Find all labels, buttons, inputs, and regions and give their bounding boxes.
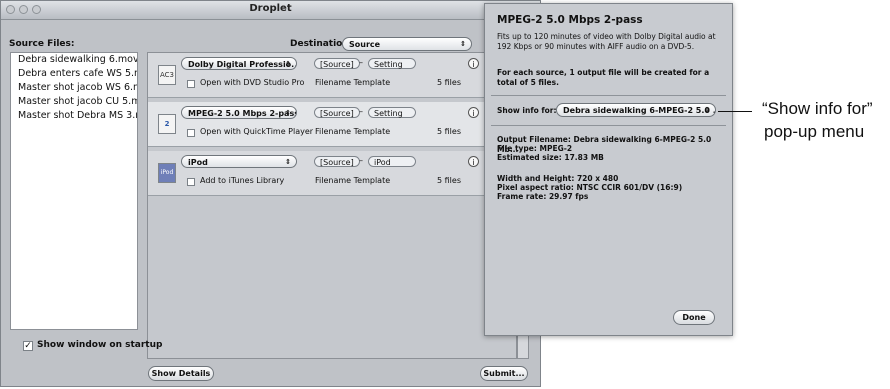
list-item[interactable]: Master shot jacob WS 6.mov <box>11 81 137 95</box>
add-to-itunes-checkbox[interactable] <box>187 178 195 186</box>
source-files-list[interactable]: Debra sidewalking 6.mov Debra enters caf… <box>10 52 138 330</box>
divider <box>491 125 726 126</box>
popup-arrows-icon: ⇕ <box>704 106 710 114</box>
callout-line1: “Show info for” <box>762 99 873 118</box>
token-dash: – <box>359 58 363 67</box>
show-info-for-label: Show info for: <box>497 106 557 115</box>
show-on-startup-checkbox[interactable]: ✓ <box>23 341 33 351</box>
done-button[interactable]: Done <box>673 310 715 325</box>
info-icon[interactable]: i <box>468 58 479 69</box>
destination-popup[interactable]: Source ⇕ <box>342 37 472 51</box>
open-with-label: Open with DVD Studio Pro <box>200 78 305 87</box>
title-bar: Droplet <box>1 1 540 20</box>
open-with-label: Add to iTunes Library <box>200 176 285 185</box>
show-info-for-popup[interactable]: Debra sidewalking 6-MPEG-2 5.0 ... ⇕ <box>556 103 716 117</box>
popup-arrows-icon: ⇕ <box>460 40 466 48</box>
info-panel-title: MPEG-2 5.0 Mbps 2-pass <box>497 14 643 26</box>
setting-token[interactable]: Setting <box>368 58 416 69</box>
list-item[interactable]: Master shot jacob CU 5.mov <box>11 95 137 109</box>
list-item[interactable]: Master shot Debra MS 3.mov <box>11 109 137 123</box>
list-item[interactable]: Debra enters cafe WS 5.mov <box>11 67 137 81</box>
preset-popup[interactable]: Dolby Digital Professio... ⇕ <box>181 57 297 70</box>
source-token[interactable]: [Source] <box>314 58 360 69</box>
info-panel: MPEG-2 5.0 Mbps 2-pass Fits up to 120 mi… <box>484 3 733 336</box>
list-item[interactable]: Debra sidewalking 6.mov <box>11 53 137 67</box>
setting-row[interactable]: 2 MPEG-2 5.0 Mbps 2-pass ⇕ Open with Qui… <box>148 102 508 147</box>
info-description: Fits up to 120 minutes of video with Dol… <box>497 32 716 51</box>
open-with-label: Open with QuickTime Player <box>200 127 314 136</box>
source-token[interactable]: [Source] <box>314 156 360 167</box>
file-count: 5 files <box>437 78 461 87</box>
popup-arrows-icon: ⇕ <box>285 158 291 166</box>
preset-value: iPod <box>188 158 208 167</box>
setting-row[interactable]: AC3 Dolby Digital Professio... ⇕ Open wi… <box>148 53 508 98</box>
info-icon[interactable]: i <box>468 107 479 118</box>
token-dash: – <box>359 107 363 116</box>
settings-area <box>147 52 517 359</box>
dolby-file-icon: AC3 <box>158 65 176 85</box>
popup-arrows-icon: ⇕ <box>285 60 291 68</box>
preset-popup[interactable]: MPEG-2 5.0 Mbps 2-pass ⇕ <box>181 106 297 119</box>
show-on-startup-label: Show window on startup <box>37 340 163 350</box>
droplet-window: Droplet Source Files: Destination: Sourc… <box>0 0 541 387</box>
preset-value: MPEG-2 5.0 Mbps 2-pass <box>188 109 297 118</box>
source-files-label: Source Files: <box>9 39 75 49</box>
show-details-button[interactable]: Show Details <box>148 366 214 381</box>
ipod-file-icon: iPod <box>158 163 176 183</box>
output-note: For each source, 1 output file will be c… <box>497 68 710 87</box>
destination-value: Source <box>349 40 381 49</box>
filename-template-label: Filename Template <box>315 78 391 87</box>
divider <box>491 95 726 96</box>
callout-line <box>718 111 752 112</box>
show-info-for-value: Debra sidewalking 6-MPEG-2 5.0 ... <box>563 106 716 115</box>
popup-arrows-icon: ⇕ <box>285 109 291 117</box>
file-count: 5 files <box>437 176 461 185</box>
open-with-checkbox[interactable] <box>187 129 195 137</box>
filename-template-label: Filename Template <box>315 127 391 136</box>
filename-template-label: Filename Template <box>315 176 391 185</box>
token-dash: – <box>359 156 363 165</box>
estimated-size: Estimated size: 17.83 MB <box>497 153 604 162</box>
info-icon[interactable]: i <box>468 156 479 167</box>
submit-button[interactable]: Submit... <box>480 366 528 381</box>
window-title: Droplet <box>249 3 292 14</box>
preset-value: Dolby Digital Professio... <box>188 60 297 69</box>
source-token[interactable]: [Source] <box>314 107 360 118</box>
open-with-checkbox[interactable] <box>187 80 195 88</box>
callout-line2: pop-up menu <box>764 122 865 141</box>
preset-popup[interactable]: iPod ⇕ <box>181 155 297 168</box>
setting-token[interactable]: Setting <box>368 107 416 118</box>
setting-row[interactable]: iPod iPod ⇕ Add to iTunes Library [Sourc… <box>148 151 508 196</box>
setting-token[interactable]: iPod <box>368 156 416 167</box>
frame-rate: Frame rate: 29.97 fps <box>497 192 589 201</box>
file-count: 5 files <box>437 127 461 136</box>
mpeg2-file-icon: 2 <box>158 114 176 134</box>
